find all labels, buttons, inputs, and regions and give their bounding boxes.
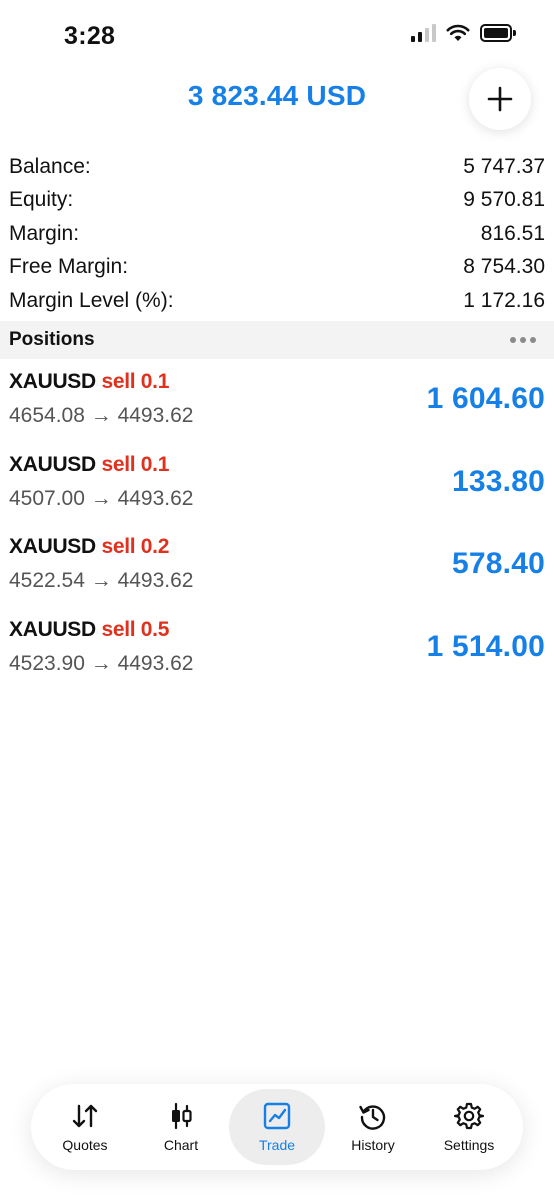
summary-label: Margin Level (%): (9, 288, 174, 312)
position-title: XAUUSD sell 0.1 (9, 453, 169, 477)
summary-label: Balance: (9, 154, 91, 178)
bottom-tab-bar: Quotes Chart Trade History Settings (31, 1084, 523, 1170)
tab-history[interactable]: History (325, 1089, 421, 1165)
position-title: XAUUSD sell 0.1 (9, 370, 169, 394)
position-profit: 1 604.60 (426, 382, 545, 415)
summary-value: 5 747.37 (463, 154, 545, 178)
add-order-button[interactable] (469, 68, 531, 130)
battery-icon (480, 24, 516, 42)
summary-row-balance: Balance: 5 747.37 (0, 150, 554, 184)
cellular-signal-icon (411, 24, 436, 42)
position-direction: sell 0.5 (101, 617, 170, 641)
position-prices: 4654.08 → 4493.62 (9, 404, 194, 427)
plus-icon (487, 86, 513, 112)
summary-value: 1 172.16 (463, 288, 545, 312)
position-direction: sell 0.2 (101, 535, 170, 558)
position-prices: 4523.90 → 4493.62 (9, 651, 194, 675)
position-row[interactable]: XAUUSD sell 0.2 4522.54 → 4493.62 578.40 (0, 529, 554, 612)
position-row[interactable]: XAUUSD sell 0.1 4507.00 → 4493.62 133.80 (0, 447, 554, 530)
position-profit: 1 514.00 (426, 629, 545, 663)
tab-label: History (351, 1137, 395, 1153)
tab-label: Quotes (62, 1137, 108, 1153)
position-symbol: XAUUSD (9, 617, 96, 641)
positions-list: XAUUSD sell 0.1 4654.08 → 4493.62 1 604.… (0, 364, 554, 694)
position-profit: 133.80 (452, 464, 545, 498)
position-profit: 578.40 (452, 547, 545, 580)
tab-chart[interactable]: Chart (133, 1089, 229, 1165)
trade-chart-icon (261, 1101, 293, 1131)
summary-value: 9 570.81 (463, 188, 545, 212)
position-row[interactable]: XAUUSD sell 0.1 4654.08 → 4493.62 1 604.… (0, 364, 554, 447)
status-time: 3:28 (64, 22, 116, 50)
tab-trade[interactable]: Trade (229, 1089, 325, 1165)
status-icons (411, 24, 516, 42)
position-prices: 4522.54 → 4493.62 (9, 569, 194, 592)
account-summary: Balance: 5 747.37 Equity: 9 570.81 Margi… (0, 150, 554, 318)
position-symbol: XAUUSD (9, 370, 96, 393)
tab-label: Settings (443, 1137, 495, 1153)
status-bar: 3:28 (0, 0, 554, 70)
position-prices: 4507.00 → 4493.62 (9, 486, 194, 510)
candlestick-icon (165, 1101, 197, 1131)
summary-row-free-margin: Free Margin: 8 754.30 (0, 251, 554, 285)
positions-section-header: Positions (0, 321, 554, 359)
summary-row-margin: Margin: 816.51 (0, 217, 554, 251)
summary-label: Margin: (9, 221, 80, 245)
summary-value: 8 754.30 (463, 255, 545, 279)
section-title: Positions (9, 329, 95, 350)
tab-settings[interactable]: Settings (421, 1089, 517, 1165)
summary-label: Free Margin: (9, 255, 129, 279)
summary-row-equity: Equity: 9 570.81 (0, 184, 554, 218)
history-clock-icon (357, 1101, 389, 1131)
position-symbol: XAUUSD (9, 452, 96, 476)
quotes-arrows-icon (69, 1101, 101, 1131)
summary-row-margin-level: Margin Level (%): 1 172.16 (0, 284, 554, 318)
wifi-icon (446, 24, 470, 41)
position-direction: sell 0.1 (101, 370, 170, 393)
position-symbol: XAUUSD (9, 535, 96, 558)
tab-label: Trade (258, 1137, 296, 1153)
tab-quotes[interactable]: Quotes (37, 1089, 133, 1165)
summary-value: 816.51 (480, 221, 545, 245)
tab-label: Chart (163, 1137, 199, 1153)
more-options-icon[interactable] (510, 337, 536, 343)
position-row[interactable]: XAUUSD sell 0.5 4523.90 → 4493.62 1 514.… (0, 612, 554, 695)
gear-icon (453, 1101, 485, 1131)
position-direction: sell 0.1 (101, 452, 170, 476)
position-title: XAUUSD sell 0.2 (9, 535, 169, 559)
position-title: XAUUSD sell 0.5 (9, 618, 169, 642)
summary-label: Equity: (9, 188, 74, 212)
